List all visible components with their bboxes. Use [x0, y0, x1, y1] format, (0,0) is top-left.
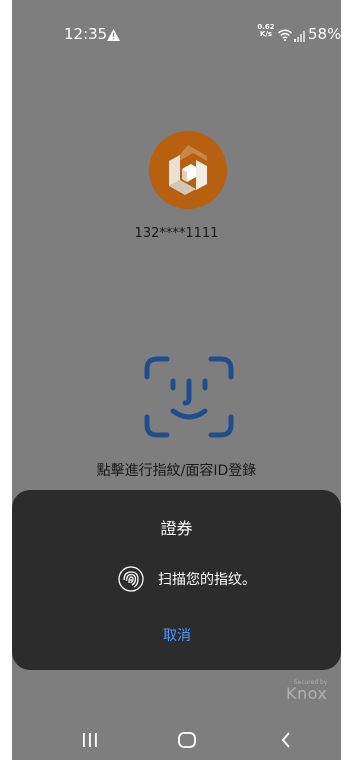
back-icon[interactable]	[281, 732, 291, 752]
dialog-title: 證券	[160, 519, 193, 538]
wifi-icon	[278, 26, 292, 45]
network-speed: 0.62 K/s	[256, 24, 276, 38]
navigation-bar	[12, 712, 341, 760]
fingerprint-instruction: 扫描您的指纹。	[158, 572, 256, 588]
network-speed-unit: K/s	[259, 30, 273, 38]
signal-icon	[294, 27, 306, 46]
fingerprint-dialog: 證券 扫描您的指纹。 取消	[12, 490, 341, 670]
home-icon[interactable]	[178, 732, 196, 752]
cancel-button[interactable]: 取消	[150, 624, 204, 648]
clock: 12:35	[64, 25, 108, 43]
fingerprint-icon	[118, 566, 144, 596]
status-bar: 12:35 0.62 K/s 58%	[12, 0, 341, 70]
knox-brand: Knox	[286, 684, 328, 703]
knox-badge: Secured by Knox	[286, 680, 327, 702]
battery-percentage: 58%	[308, 25, 341, 43]
face-id-icon[interactable]	[143, 355, 235, 439]
recent-apps-icon[interactable]	[82, 732, 98, 751]
app-logo	[149, 131, 227, 209]
phone-screen: 12:35 0.62 K/s 58% 132****1111 點擊進行指紋/面容…	[12, 0, 341, 760]
biometric-login-prompt[interactable]: 點擊進行指紋/面容ID登錄	[12, 460, 341, 480]
warning-icon	[107, 26, 120, 45]
account-number: 132****1111	[134, 226, 219, 241]
